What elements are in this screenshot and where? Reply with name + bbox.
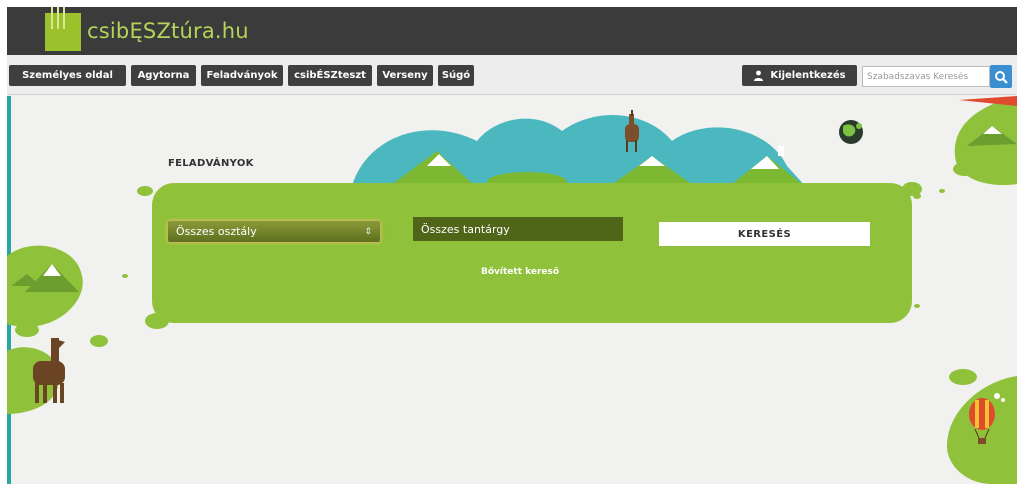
class-select[interactable]: Összes osztály ⇕: [167, 220, 381, 243]
user-icon: [754, 70, 764, 81]
logo-text[interactable]: csibĘSZtúra.hu: [87, 19, 249, 43]
class-select-value: Összes osztály: [176, 225, 257, 238]
nav-item-agytorna[interactable]: Agytorna: [131, 65, 196, 86]
updown-arrows-icon: ⇕: [364, 226, 372, 237]
hot-air-balloon-icon: [947, 369, 1017, 484]
main-nav: Személyes oldal Agytorna Feladványok csi…: [7, 55, 1017, 95]
nav-item-verseny[interactable]: Verseny: [377, 65, 433, 86]
page-title: FELADVÁNYOK: [168, 158, 254, 169]
subject-select-value: Összes tantárgy: [421, 222, 510, 236]
subject-select[interactable]: Összes tantárgy: [413, 217, 623, 241]
search-input[interactable]: [862, 66, 990, 87]
right-island-decoration: [939, 96, 1017, 193]
logo-icon[interactable]: [45, 7, 81, 51]
hills-decoration: [352, 114, 807, 192]
nav-item-csibeszteszt[interactable]: csibÉSZteszt: [288, 65, 372, 86]
globe-icon: [839, 120, 863, 144]
nav-item-sugo[interactable]: Súgó: [438, 65, 474, 86]
app-frame: csibĘSZtúra.hu Személyes oldal Agytorna …: [7, 7, 1017, 484]
cup-decoration: [778, 146, 784, 156]
site-header: csibĘSZtúra.hu: [7, 7, 1017, 55]
main-content: FELADVÁNYOK Összes osztály ⇕ Összes tant…: [7, 96, 1017, 484]
advanced-search-link[interactable]: Bővített kereső: [481, 267, 559, 277]
search-submit-button[interactable]: KERESÉS: [659, 222, 870, 246]
logout-label: Kijelentkezés: [770, 70, 846, 81]
nav-item-feladvanyok[interactable]: Feladványok: [201, 65, 283, 86]
left-island-decoration: [7, 245, 108, 414]
logout-button[interactable]: Kijelentkezés: [742, 65, 857, 86]
search-panel: [152, 183, 912, 323]
nav-item-szemelyes-oldal[interactable]: Személyes oldal: [9, 65, 126, 86]
magnifier-icon: [995, 70, 1008, 84]
search-button[interactable]: [990, 65, 1012, 88]
